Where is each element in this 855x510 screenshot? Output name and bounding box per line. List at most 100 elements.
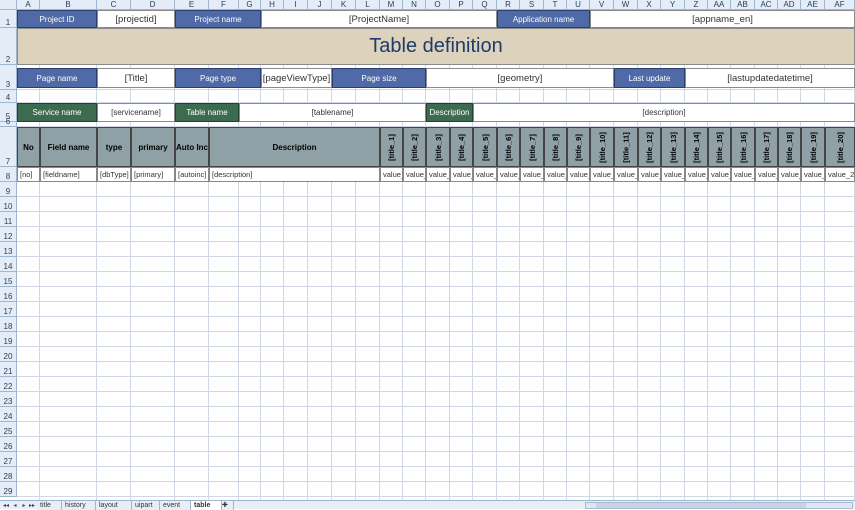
project-name-value[interactable]: [ProjectName] [261, 10, 497, 28]
page-type-value[interactable]: [pageViewType] [261, 68, 332, 88]
value-cell[interactable]: value_4 [450, 167, 473, 182]
title-column-header[interactable]: [title_14] [685, 127, 708, 167]
row-header[interactable]: 27 [0, 452, 17, 467]
column-header[interactable]: A [17, 0, 40, 10]
application-name-value[interactable]: [appname_en] [590, 10, 855, 28]
title-column-header[interactable]: [title_20] [825, 127, 855, 167]
column-header[interactable]: T [544, 0, 567, 10]
row-header[interactable]: 24 [0, 407, 17, 422]
value-cell[interactable]: value_20] [825, 167, 855, 182]
title-column-header[interactable]: [title_13] [661, 127, 685, 167]
row-auto-inc-cell[interactable]: [autoinc] [175, 167, 209, 182]
column-header[interactable]: P [450, 0, 473, 10]
last-sheet-icon[interactable]: ▸▸ [28, 502, 36, 509]
value-cell[interactable]: value_12 [638, 167, 661, 182]
row-no-cell[interactable]: [no] [17, 167, 40, 182]
column-header[interactable]: W [614, 0, 638, 10]
column-header[interactable]: V [590, 0, 614, 10]
value-cell[interactable]: value_3 [426, 167, 450, 182]
column-header[interactable]: Z [685, 0, 708, 10]
column-header[interactable]: AC [755, 0, 778, 10]
title-column-header[interactable]: [title_6] [497, 127, 520, 167]
column-header[interactable]: Q [473, 0, 497, 10]
title-column-header[interactable]: [title_4] [450, 127, 473, 167]
column-header[interactable]: S [520, 0, 544, 10]
spreadsheet-grid[interactable]: A B C D E F G H I J K L M N O P Q R S T U V W X Y Z AA AB AC AD AE AF 1 2… [0, 0, 855, 500]
column-header[interactable]: J [308, 0, 332, 10]
column-header[interactable]: AF [825, 0, 855, 10]
table-name-value[interactable]: [tablename] [239, 103, 426, 122]
column-header[interactable]: K [332, 0, 356, 10]
service-name-value[interactable]: [servicename] [97, 103, 175, 122]
title-column-header[interactable]: [title_5] [473, 127, 497, 167]
title-column-header[interactable]: [title_1] [380, 127, 403, 167]
page-title[interactable]: Table definition [17, 28, 855, 65]
row-type-cell[interactable]: [dbType] [97, 167, 131, 182]
column-header[interactable]: B [40, 0, 97, 10]
row-header[interactable]: 26 [0, 437, 17, 452]
column-header[interactable]: E [175, 0, 209, 10]
title-column-header[interactable]: [title_19] [801, 127, 825, 167]
row-header[interactable]: 22 [0, 377, 17, 392]
title-column-header[interactable]: [title_12] [638, 127, 661, 167]
scroll-thumb[interactable] [596, 503, 806, 508]
column-header[interactable]: C [97, 0, 131, 10]
column-header[interactable]: U [567, 0, 590, 10]
row-header[interactable]: 8 [0, 167, 17, 182]
title-column-header[interactable]: [title_8] [544, 127, 567, 167]
row-header[interactable]: 18 [0, 317, 17, 332]
row-header[interactable]: 23 [0, 392, 17, 407]
title-column-header[interactable]: [title_7] [520, 127, 544, 167]
page-name-value[interactable]: [Title] [97, 68, 175, 88]
value-cell[interactable]: value_9 [567, 167, 590, 182]
value-cell[interactable]: value_6 [497, 167, 520, 182]
row-header[interactable]: 15 [0, 272, 17, 287]
row-primary-cell[interactable]: [primary] [131, 167, 175, 182]
row-header[interactable]: 12 [0, 227, 17, 242]
row-header[interactable]: 29 [0, 482, 17, 497]
horizontal-scrollbar[interactable] [585, 502, 853, 509]
value-cell[interactable]: value_13 [661, 167, 685, 182]
value-cell[interactable]: value_8 [544, 167, 567, 182]
column-type-header[interactable]: type [97, 127, 131, 167]
title-column-header[interactable]: [title_15] [708, 127, 731, 167]
row-header[interactable]: 7 [0, 127, 17, 167]
project-id-value[interactable]: [projectid] [97, 10, 175, 28]
value-cell[interactable]: value_18 [778, 167, 801, 182]
row-header[interactable]: 3 [0, 65, 17, 90]
column-header[interactable]: AA [708, 0, 731, 10]
column-primary-header[interactable]: primary [131, 127, 175, 167]
row-header[interactable]: 11 [0, 212, 17, 227]
value-cell[interactable]: value_10 [590, 167, 614, 182]
value-cell[interactable]: value_1 [380, 167, 403, 182]
row-header[interactable]: 1 [0, 10, 17, 28]
value-cell[interactable]: value_15 [708, 167, 731, 182]
column-header[interactable]: N [403, 0, 426, 10]
column-header[interactable]: D [131, 0, 175, 10]
column-field-name-header[interactable]: Field name [40, 127, 97, 167]
title-column-header[interactable]: [title_11] [614, 127, 638, 167]
select-all-corner[interactable] [0, 0, 17, 10]
column-header[interactable]: AE [801, 0, 825, 10]
column-header[interactable]: F [209, 0, 239, 10]
row-header[interactable]: 2 [0, 28, 17, 65]
title-column-header[interactable]: [title_17] [755, 127, 778, 167]
column-header[interactable]: AB [731, 0, 755, 10]
row-header[interactable]: 4 [0, 90, 17, 103]
row-field-name-cell[interactable]: [fieldname] [40, 167, 97, 182]
title-column-header[interactable]: [title_18] [778, 127, 801, 167]
description-value[interactable]: [description] [473, 103, 855, 122]
row-description-cell[interactable]: [description] [209, 167, 380, 182]
column-header[interactable]: H [261, 0, 284, 10]
row-header[interactable]: 17 [0, 302, 17, 317]
column-header[interactable]: L [356, 0, 380, 10]
value-cell[interactable]: value_19 [801, 167, 825, 182]
value-cell[interactable]: value_17 [755, 167, 778, 182]
row-header[interactable]: 19 [0, 332, 17, 347]
column-auto-inc-header[interactable]: Auto Inc [175, 127, 209, 167]
row-header[interactable]: 10 [0, 197, 17, 212]
first-sheet-icon[interactable]: ◂◂ [2, 502, 10, 509]
row-header[interactable]: 9 [0, 182, 17, 197]
title-column-header[interactable]: [title_9] [567, 127, 590, 167]
row-header[interactable]: 13 [0, 242, 17, 257]
